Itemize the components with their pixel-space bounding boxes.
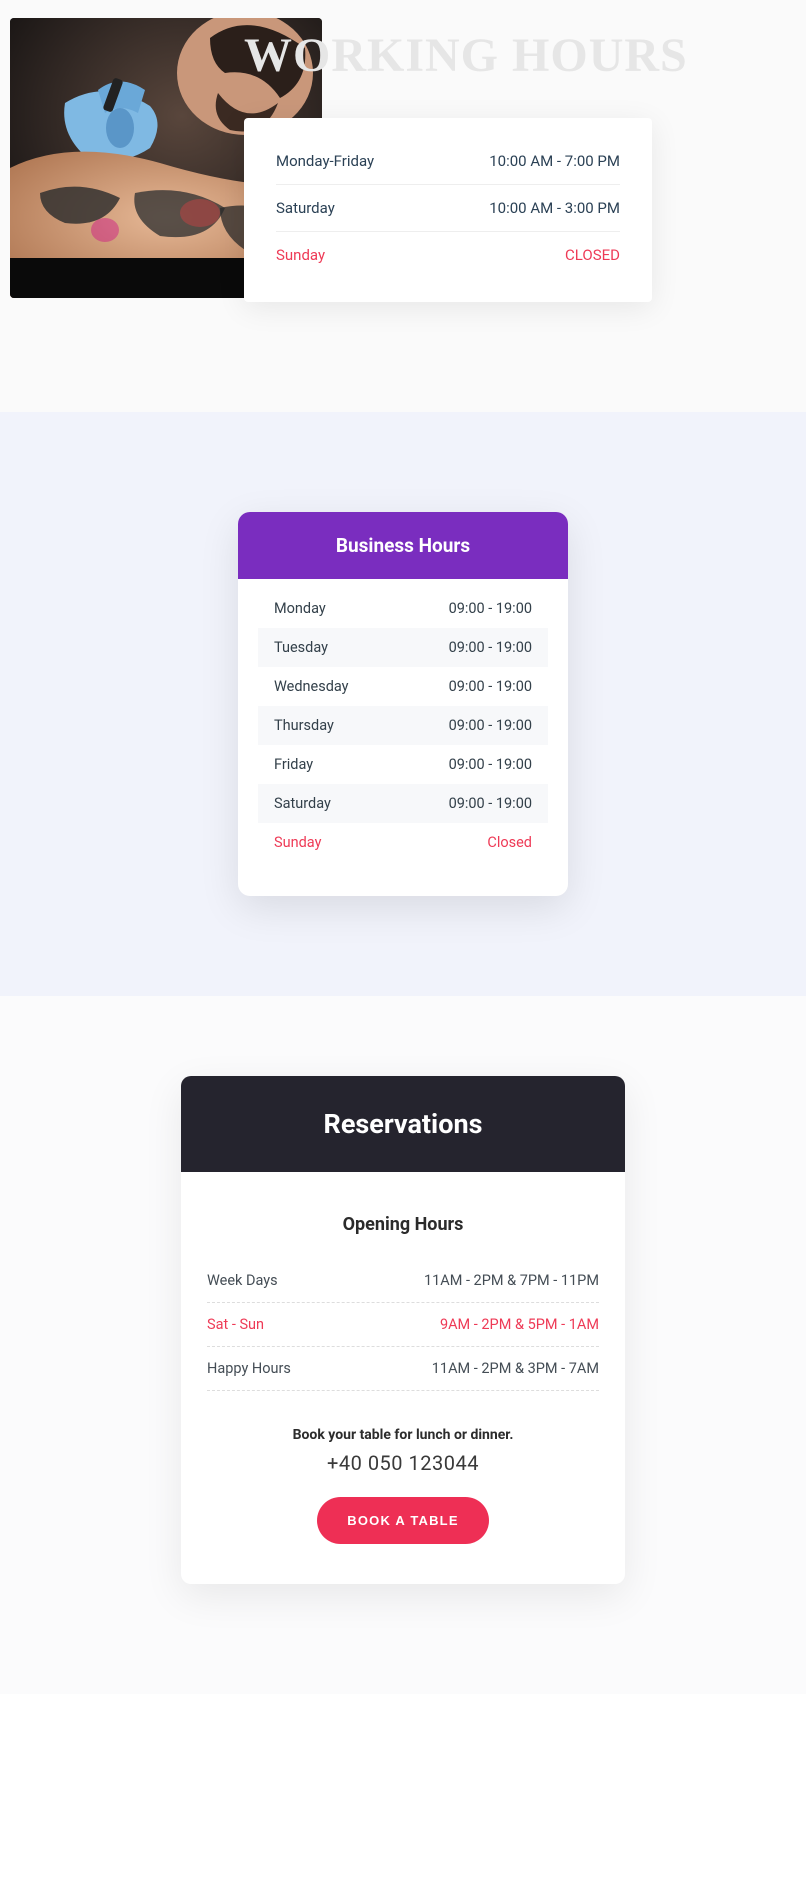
time-value: 09:00 - 19:00 [449, 717, 532, 734]
day-label: Saturday [274, 795, 331, 812]
day-label: Sunday [274, 834, 321, 851]
day-label: Monday [274, 600, 326, 617]
book-table-button[interactable]: BOOK A TABLE [317, 1497, 488, 1544]
cta-text: Book your table for lunch or dinner. [207, 1427, 599, 1443]
business-hours-card: Business Hours Monday 09:00 - 19:00 Tues… [238, 512, 568, 896]
time-value: 09:00 - 19:00 [449, 756, 532, 773]
hours-row: Saturday 10:00 AM - 3:00 PM [276, 185, 620, 232]
reservations-body: Opening Hours Week Days 11AM - 2PM & 7PM… [181, 1172, 625, 1584]
day-label: Thursday [274, 717, 334, 734]
time-value: 11AM - 2PM & 7PM - 11PM [424, 1272, 599, 1289]
day-label: Monday-Friday [276, 152, 374, 170]
hours-row: Monday 09:00 - 19:00 [258, 589, 548, 628]
time-value: 09:00 - 19:00 [449, 600, 532, 617]
business-hours-section: Business Hours Monday 09:00 - 19:00 Tues… [0, 412, 806, 996]
time-value: 9AM - 2PM & 5PM - 1AM [440, 1316, 599, 1333]
hours-row-closed: Sunday CLOSED [276, 232, 620, 278]
phone-number: +40 050 123044 [207, 1451, 599, 1475]
day-label: Sat - Sun [207, 1316, 264, 1333]
hours-row: Happy Hours 11AM - 2PM & 3PM - 7AM [207, 1347, 599, 1391]
reservations-section: Reservations Opening Hours Week Days 11A… [0, 996, 806, 1694]
working-hours-card: Monday-Friday 10:00 AM - 7:00 PM Saturda… [244, 118, 652, 302]
time-value: 09:00 - 19:00 [449, 795, 532, 812]
hours-row: Thursday 09:00 - 19:00 [258, 706, 548, 745]
time-value: CLOSED [565, 246, 620, 264]
day-label: Happy Hours [207, 1360, 291, 1377]
cta-block: Book your table for lunch or dinner. +40… [207, 1427, 599, 1544]
hours-row: Wednesday 09:00 - 19:00 [258, 667, 548, 706]
reservations-title: Reservations [181, 1076, 625, 1172]
hours-row: Week Days 11AM - 2PM & 7PM - 11PM [207, 1259, 599, 1303]
working-hours-section: WORKING HOURS Monday-Friday 10:00 AM - 7… [0, 0, 806, 412]
time-value: 11AM - 2PM & 3PM - 7AM [432, 1360, 599, 1377]
hours-row: Friday 09:00 - 19:00 [258, 745, 548, 784]
opening-hours-subtitle: Opening Hours [207, 1214, 599, 1235]
time-value: Closed [487, 834, 532, 851]
hours-row: Monday-Friday 10:00 AM - 7:00 PM [276, 138, 620, 185]
day-label: Tuesday [274, 639, 328, 656]
time-value: 10:00 AM - 3:00 PM [489, 199, 620, 217]
business-hours-title: Business Hours [238, 512, 568, 579]
day-label: Friday [274, 756, 313, 773]
time-value: 09:00 - 19:00 [449, 639, 532, 656]
day-label: Sunday [276, 246, 325, 264]
day-label: Week Days [207, 1272, 278, 1289]
hours-row-closed: Sunday Closed [258, 823, 548, 862]
hours-row-highlight: Sat - Sun 9AM - 2PM & 5PM - 1AM [207, 1303, 599, 1347]
business-hours-body: Monday 09:00 - 19:00 Tuesday 09:00 - 19:… [238, 579, 568, 896]
working-hours-title: WORKING HOURS [244, 28, 688, 83]
day-label: Wednesday [274, 678, 349, 695]
hours-row: Saturday 09:00 - 19:00 [258, 784, 548, 823]
day-label: Saturday [276, 199, 335, 217]
reservations-card: Reservations Opening Hours Week Days 11A… [181, 1076, 625, 1584]
time-value: 09:00 - 19:00 [449, 678, 532, 695]
time-value: 10:00 AM - 7:00 PM [489, 152, 620, 170]
hours-row: Tuesday 09:00 - 19:00 [258, 628, 548, 667]
